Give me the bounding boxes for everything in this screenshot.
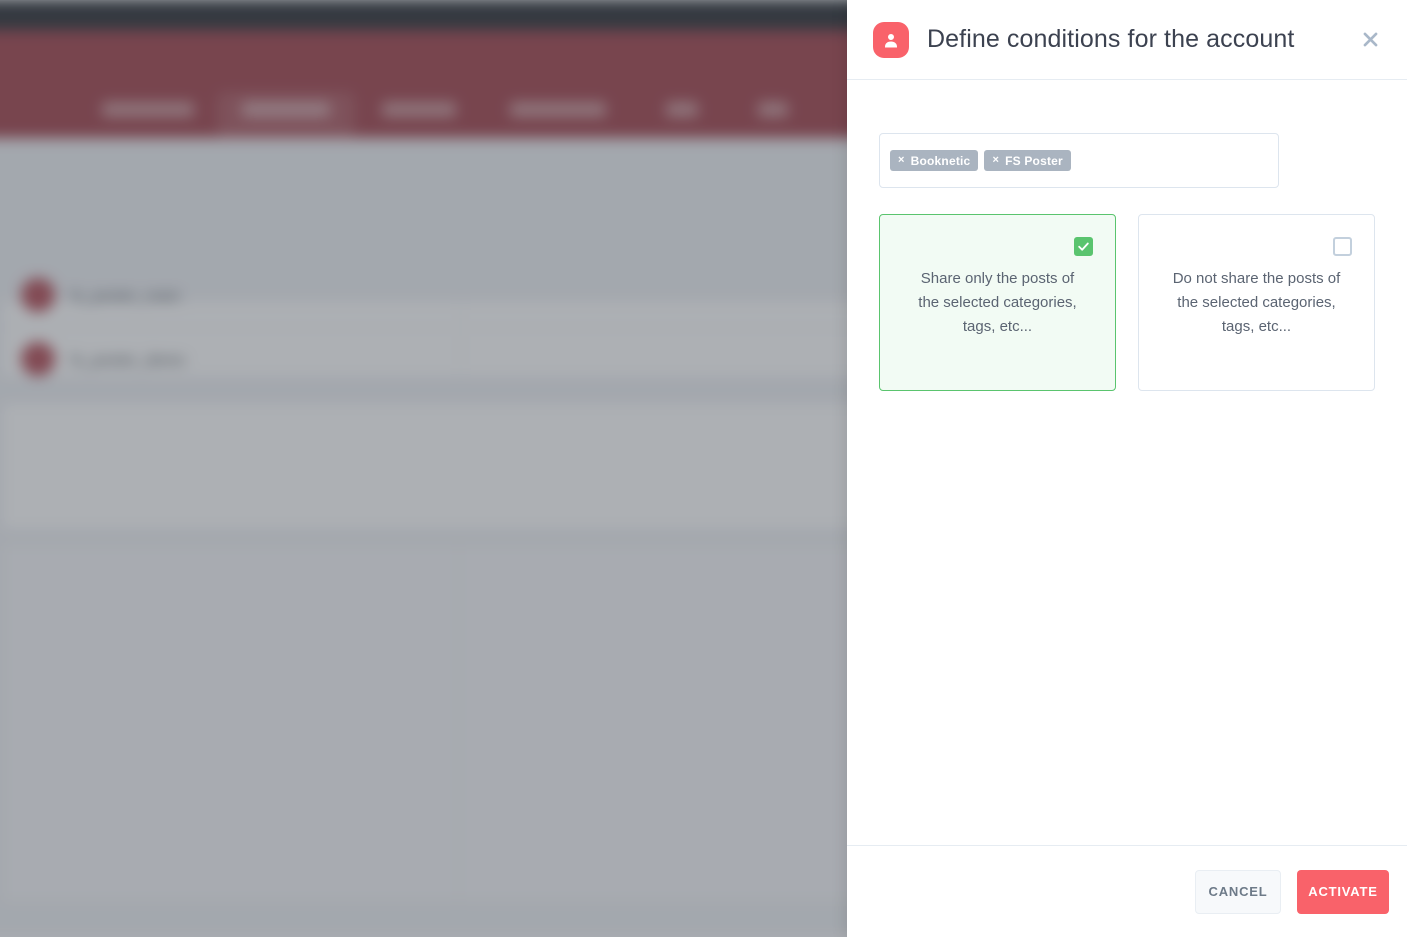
- app-background: fs_poster_main fs_poster_demo: [0, 0, 847, 937]
- conditions-tags-input[interactable]: × Booknetic × FS Poster: [879, 133, 1279, 188]
- checkbox-do-not-share[interactable]: [1333, 237, 1352, 256]
- close-icon[interactable]: [1353, 23, 1387, 57]
- option-card-share-only[interactable]: Share only the posts of the selected cat…: [879, 214, 1116, 391]
- activate-button[interactable]: ACTIVATE: [1297, 869, 1389, 914]
- option-cards: Share only the posts of the selected cat…: [879, 214, 1375, 391]
- option-card-do-not-share[interactable]: Do not share the posts of the selected c…: [1138, 214, 1375, 391]
- checkbox-share-only[interactable]: [1074, 237, 1093, 256]
- define-conditions-modal: Define conditions for the account × Book…: [847, 0, 1407, 937]
- cancel-button[interactable]: CANCEL: [1195, 869, 1281, 914]
- tag-remove-icon[interactable]: ×: [992, 155, 999, 166]
- modal-header: Define conditions for the account: [847, 0, 1407, 80]
- tag-label: FS Poster: [1005, 153, 1063, 168]
- tag-pill[interactable]: × Booknetic: [890, 150, 979, 171]
- modal-footer: CANCEL ACTIVATE: [847, 845, 1407, 937]
- tag-remove-icon[interactable]: ×: [898, 155, 905, 166]
- option-card-label: Share only the posts of the selected cat…: [918, 269, 1077, 335]
- page-title: Define conditions for the account: [927, 25, 1295, 53]
- tag-pill[interactable]: × FS Poster: [984, 150, 1071, 171]
- option-card-label: Do not share the posts of the selected c…: [1172, 269, 1341, 335]
- modal-scrim[interactable]: [0, 0, 847, 937]
- user-icon: [873, 21, 909, 58]
- modal-body: × Booknetic × FS Poster Share only the p…: [847, 80, 1407, 845]
- tag-label: Booknetic: [910, 153, 971, 168]
